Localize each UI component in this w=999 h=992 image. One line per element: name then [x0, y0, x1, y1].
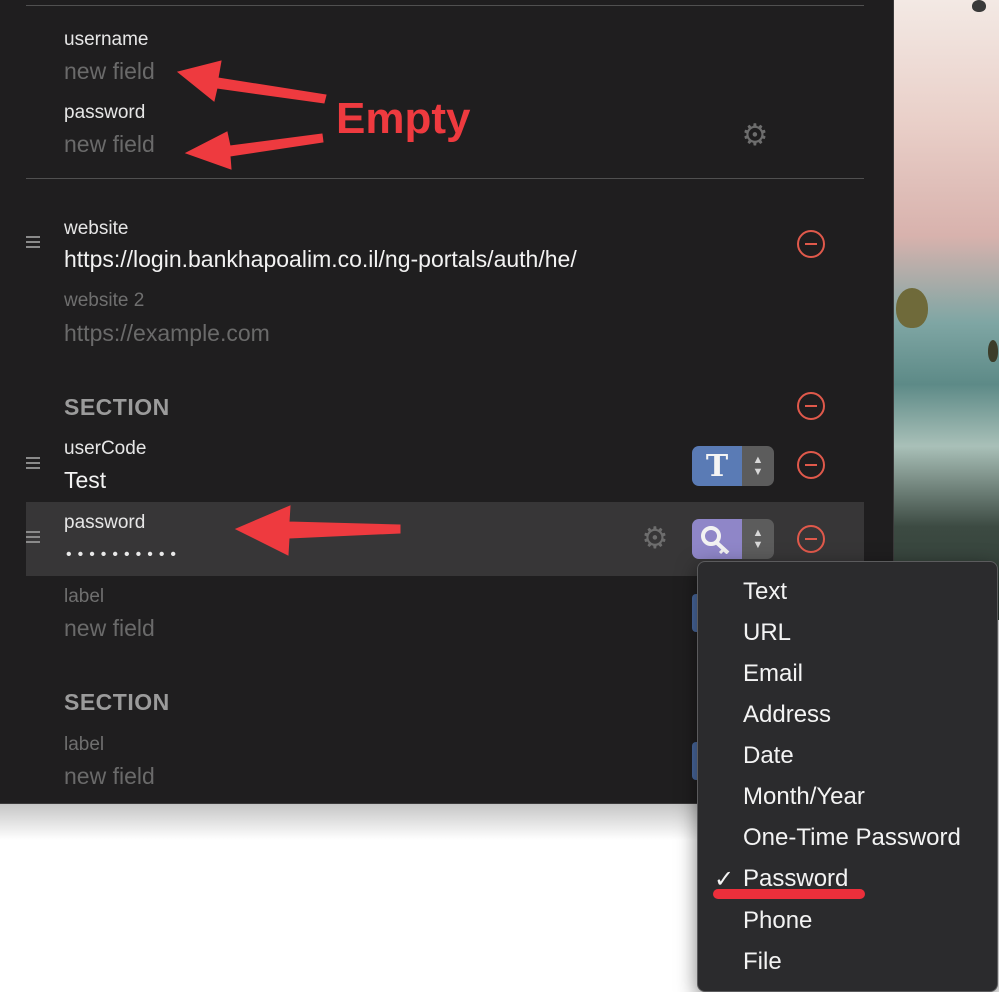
- menu-item-url[interactable]: URL: [743, 619, 791, 647]
- menu-item-text[interactable]: Text: [743, 578, 787, 606]
- menu-item-date[interactable]: Date: [743, 742, 794, 770]
- annotation-underline: [713, 889, 865, 899]
- menu-item-month-year[interactable]: Month/Year: [743, 783, 865, 811]
- menu-item-address[interactable]: Address: [743, 701, 831, 729]
- annotation-label: Empty: [336, 94, 471, 143]
- menu-item-one-time-password[interactable]: One-Time Password: [743, 824, 961, 852]
- annotation-arrow: [184, 131, 324, 170]
- annotation-arrow: [234, 505, 401, 556]
- menu-item-file[interactable]: File: [743, 948, 782, 976]
- menu-item-phone[interactable]: Phone: [743, 907, 812, 935]
- field-type-menu: Text URL Email Address Date Month/Year O…: [697, 561, 998, 992]
- annotation-arrow: [176, 60, 327, 104]
- menu-item-email[interactable]: Email: [743, 660, 803, 688]
